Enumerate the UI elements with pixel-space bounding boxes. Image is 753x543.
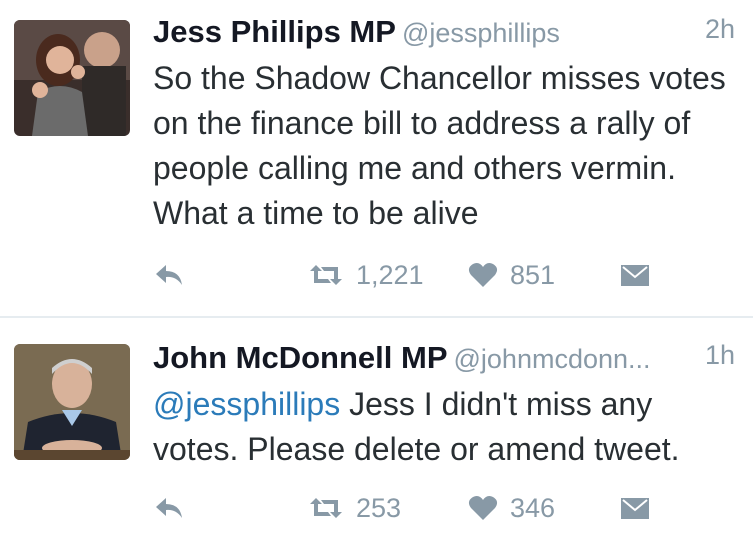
display-name[interactable]: John McDonnell MP: [153, 340, 448, 375]
tweet-header: John McDonnell MP @johnmcdonn... 1h: [153, 340, 735, 376]
retweet-count: 253: [356, 492, 402, 523]
heart-icon: [468, 495, 498, 521]
tweet-actions: 253 346: [150, 491, 670, 525]
display-name[interactable]: Jess Phillips MP: [153, 14, 396, 49]
reply-button[interactable]: [154, 258, 184, 292]
retweet-button[interactable]: 253: [308, 491, 401, 525]
timestamp[interactable]: 2h: [705, 14, 735, 45]
like-button[interactable]: 851: [468, 258, 555, 292]
retweet-count: 1,221: [356, 259, 424, 290]
direct-message-icon: [620, 495, 650, 521]
avatar[interactable]: [14, 20, 130, 136]
direct-message-button[interactable]: [620, 491, 650, 525]
mention-link[interactable]: @jessphillips: [153, 386, 340, 422]
retweet-icon: [308, 263, 344, 287]
direct-message-icon: [620, 262, 650, 288]
like-button[interactable]: 346: [468, 491, 555, 525]
tweet-text: So the Shadow Chancellor misses votes on…: [153, 60, 726, 231]
avatar[interactable]: [14, 344, 130, 460]
reply-icon: [154, 496, 184, 520]
reply-button[interactable]: [154, 491, 184, 525]
tweet-header: Jess Phillips MP @jessphillips 2h: [153, 14, 735, 50]
retweet-button[interactable]: 1,221: [308, 258, 424, 292]
timestamp[interactable]: 1h: [705, 340, 735, 371]
retweet-icon: [308, 496, 344, 520]
tweet-actions: 1,221 851: [150, 258, 670, 292]
tweet: Jess Phillips MP @jessphillips 2h So the …: [0, 0, 753, 316]
reply-icon: [154, 263, 184, 287]
heart-icon: [468, 262, 498, 288]
tweet-text: @jessphillips Jess I didn't miss any vot…: [153, 382, 733, 472]
like-count: 851: [510, 259, 556, 290]
tweet: John McDonnell MP @johnmcdonn... 1h @jess…: [0, 318, 753, 543]
direct-message-button[interactable]: [620, 258, 650, 292]
like-count: 346: [510, 492, 556, 523]
user-handle[interactable]: @johnmcdonn...: [454, 344, 651, 374]
user-handle[interactable]: @jessphillips: [402, 18, 560, 48]
